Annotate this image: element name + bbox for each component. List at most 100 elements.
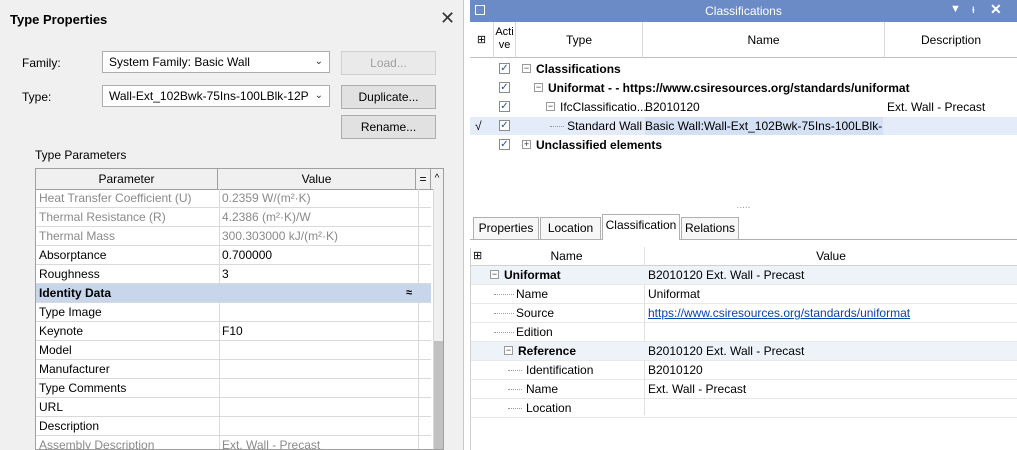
tab-classification[interactable]: Classification bbox=[602, 214, 680, 240]
param-row[interactable]: Absorptance 0.700000 bbox=[36, 246, 431, 265]
param-row[interactable]: URL bbox=[36, 398, 431, 417]
property-row[interactable]: Name Uniformat bbox=[470, 285, 1017, 304]
property-row[interactable]: Edition bbox=[470, 323, 1017, 342]
active-checkbox[interactable]: ✓ bbox=[499, 101, 510, 112]
property-row[interactable]: Source https://www.csiresources.org/stand… bbox=[470, 304, 1017, 323]
dropdown-icon[interactable]: ▼ bbox=[950, 3, 961, 15]
param-row[interactable]: Thermal Mass 300.303000 kJ/(m²·K) bbox=[36, 227, 431, 246]
param-value[interactable] bbox=[219, 398, 419, 416]
tree-type: Classifications bbox=[536, 62, 621, 76]
param-value[interactable]: 0.700000 bbox=[219, 246, 419, 264]
property-name: Reference bbox=[518, 344, 577, 358]
chevron-down-icon: ⌄ bbox=[314, 90, 323, 101]
source-link[interactable]: https://www.csiresources.org/standards/u… bbox=[645, 304, 910, 322]
type-parameters-grid: Parameter Value = ^ Heat Transfer Coeffi… bbox=[35, 168, 444, 450]
active-checkbox[interactable]: ✓ bbox=[499, 82, 510, 93]
active-checkbox[interactable]: ✓ bbox=[499, 63, 510, 74]
property-value: B2010120 Ext. Wall - Precast bbox=[648, 268, 805, 282]
splitter-handle[interactable]: ..... bbox=[470, 200, 1017, 211]
param-row[interactable]: Keynote F10 bbox=[36, 322, 431, 341]
col-active[interactable]: Active bbox=[494, 22, 516, 58]
param-name: Keynote bbox=[36, 322, 220, 340]
props-col-name[interactable]: Name bbox=[488, 249, 645, 263]
collapse-icon[interactable]: − bbox=[534, 83, 543, 92]
param-row[interactable]: Thermal Resistance (R) 4.2386 (m²·K)/W bbox=[36, 208, 431, 227]
family-dropdown[interactable]: System Family: Basic Wall ⌄ bbox=[102, 51, 330, 73]
grid-settings-icon[interactable]: ⊞ bbox=[473, 249, 482, 262]
property-row[interactable]: Name Ext. Wall - Precast bbox=[470, 380, 1017, 399]
active-checkbox[interactable]: ✓ bbox=[499, 120, 510, 131]
col-description[interactable]: Description bbox=[885, 22, 1017, 58]
tree-row[interactable]: ✓ − Classifications bbox=[470, 60, 1017, 78]
param-row[interactable]: Assembly Description Ext. Wall - Precast bbox=[36, 436, 431, 449]
property-name: Source bbox=[516, 306, 555, 320]
pin-icon[interactable]: ᵼ bbox=[972, 2, 975, 16]
tree-row[interactable]: ✓ − Uniformat - - https://www.csiresources… bbox=[470, 79, 1017, 97]
col-parameter[interactable]: Parameter bbox=[36, 169, 218, 189]
chevron-down-icon: ⌄ bbox=[314, 56, 323, 67]
grid-settings-icon[interactable]: ⊞ bbox=[470, 22, 494, 58]
tree-row[interactable]: √ ✓ Standard Wall Basic Wall:Wall-Ext_102Bw… bbox=[470, 117, 1017, 135]
collapse-icon[interactable]: ≈ bbox=[406, 284, 412, 302]
dialog-title: Type Properties bbox=[10, 12, 108, 27]
param-value[interactable] bbox=[219, 360, 419, 378]
col-equals[interactable]: = bbox=[416, 169, 431, 189]
scroll-up-icon[interactable]: ^ bbox=[431, 169, 443, 189]
property-row[interactable]: Identification B2010120 bbox=[470, 361, 1017, 380]
type-dropdown[interactable]: Wall-Ext_102Bwk-75Ins-100LBlk-12P ⌄ bbox=[102, 85, 330, 107]
param-row[interactable]: Heat Transfer Coefficient (U) 0.2359 W/(m… bbox=[36, 189, 431, 208]
param-row[interactable]: Manufacturer bbox=[36, 360, 431, 379]
rename-button[interactable]: Rename... bbox=[341, 115, 436, 139]
close-icon[interactable]: ✕ bbox=[440, 8, 455, 29]
tree-description: Ext. Wall - Precast bbox=[887, 100, 986, 114]
collapse-icon[interactable]: − bbox=[522, 64, 531, 73]
scrollbar-thumb[interactable] bbox=[434, 341, 443, 449]
tree-header: ⊞ Active Type Name Description bbox=[470, 22, 1017, 58]
collapse-icon[interactable]: − bbox=[546, 102, 555, 111]
collapse-icon[interactable]: − bbox=[490, 270, 499, 279]
tree-row[interactable]: ✓ + Unclassified elements bbox=[470, 136, 1017, 154]
param-row[interactable]: Description bbox=[36, 417, 431, 436]
tab-relations[interactable]: Relations bbox=[681, 217, 739, 239]
param-row[interactable]: Type Comments bbox=[36, 379, 431, 398]
param-row[interactable]: Roughness 3 bbox=[36, 265, 431, 284]
classifications-titlebar: Classifications ▼ ᵼ ✕ bbox=[470, 0, 1017, 22]
property-row[interactable]: Location bbox=[470, 399, 1017, 418]
param-value[interactable] bbox=[219, 417, 419, 435]
property-group-row[interactable]: − Uniformat B2010120 Ext. Wall - Precast bbox=[470, 266, 1017, 285]
tree-connector bbox=[494, 332, 514, 333]
property-value: Uniformat bbox=[648, 287, 701, 301]
family-value: System Family: Basic Wall bbox=[109, 55, 250, 69]
param-value[interactable] bbox=[219, 303, 419, 321]
param-name: Description bbox=[36, 417, 220, 435]
tab-location[interactable]: Location bbox=[540, 217, 601, 239]
param-value[interactable]: F10 bbox=[219, 322, 419, 340]
param-row[interactable]: Model bbox=[36, 341, 431, 360]
load-button[interactable]: Load... bbox=[341, 51, 436, 75]
tree-name: Basic Wall:Wall-Ext_102Bwk-75Ins-100LBlk… bbox=[645, 117, 883, 135]
param-value: 4.2386 (m²·K)/W bbox=[219, 208, 419, 226]
type-value: Wall-Ext_102Bwk-75Ins-100LBlk-12P bbox=[109, 89, 309, 103]
col-name[interactable]: Name bbox=[643, 22, 885, 58]
tab-properties[interactable]: Properties bbox=[473, 217, 539, 239]
tree-connector bbox=[508, 408, 522, 409]
group-row[interactable]: Identity Data ≈ bbox=[36, 284, 431, 303]
duplicate-button[interactable]: Duplicate... bbox=[341, 85, 436, 109]
param-value[interactable] bbox=[219, 379, 419, 397]
expand-icon[interactable]: + bbox=[522, 140, 531, 149]
active-checkbox[interactable]: ✓ bbox=[499, 139, 510, 150]
param-row[interactable]: Type Image bbox=[36, 303, 431, 322]
property-value: B2010120 bbox=[648, 363, 703, 377]
props-col-value[interactable]: Value bbox=[645, 249, 1017, 263]
tree-row[interactable]: ✓ − IfcClassificatio... B2010120 Ext. Wall -… bbox=[470, 98, 1017, 116]
param-value[interactable]: 3 bbox=[219, 265, 419, 283]
param-value[interactable] bbox=[219, 341, 419, 359]
param-value: Ext. Wall - Precast bbox=[219, 436, 419, 449]
property-group-row[interactable]: − Reference B2010120 Ext. Wall - Precast bbox=[470, 342, 1017, 361]
col-type[interactable]: Type bbox=[516, 22, 643, 58]
collapse-icon[interactable]: − bbox=[504, 346, 513, 355]
property-name: Identification bbox=[526, 363, 594, 377]
tree-type: Uniformat - - https://www.csiresources.o… bbox=[548, 81, 910, 95]
close-icon[interactable]: ✕ bbox=[990, 1, 1002, 18]
col-value[interactable]: Value bbox=[218, 169, 416, 189]
